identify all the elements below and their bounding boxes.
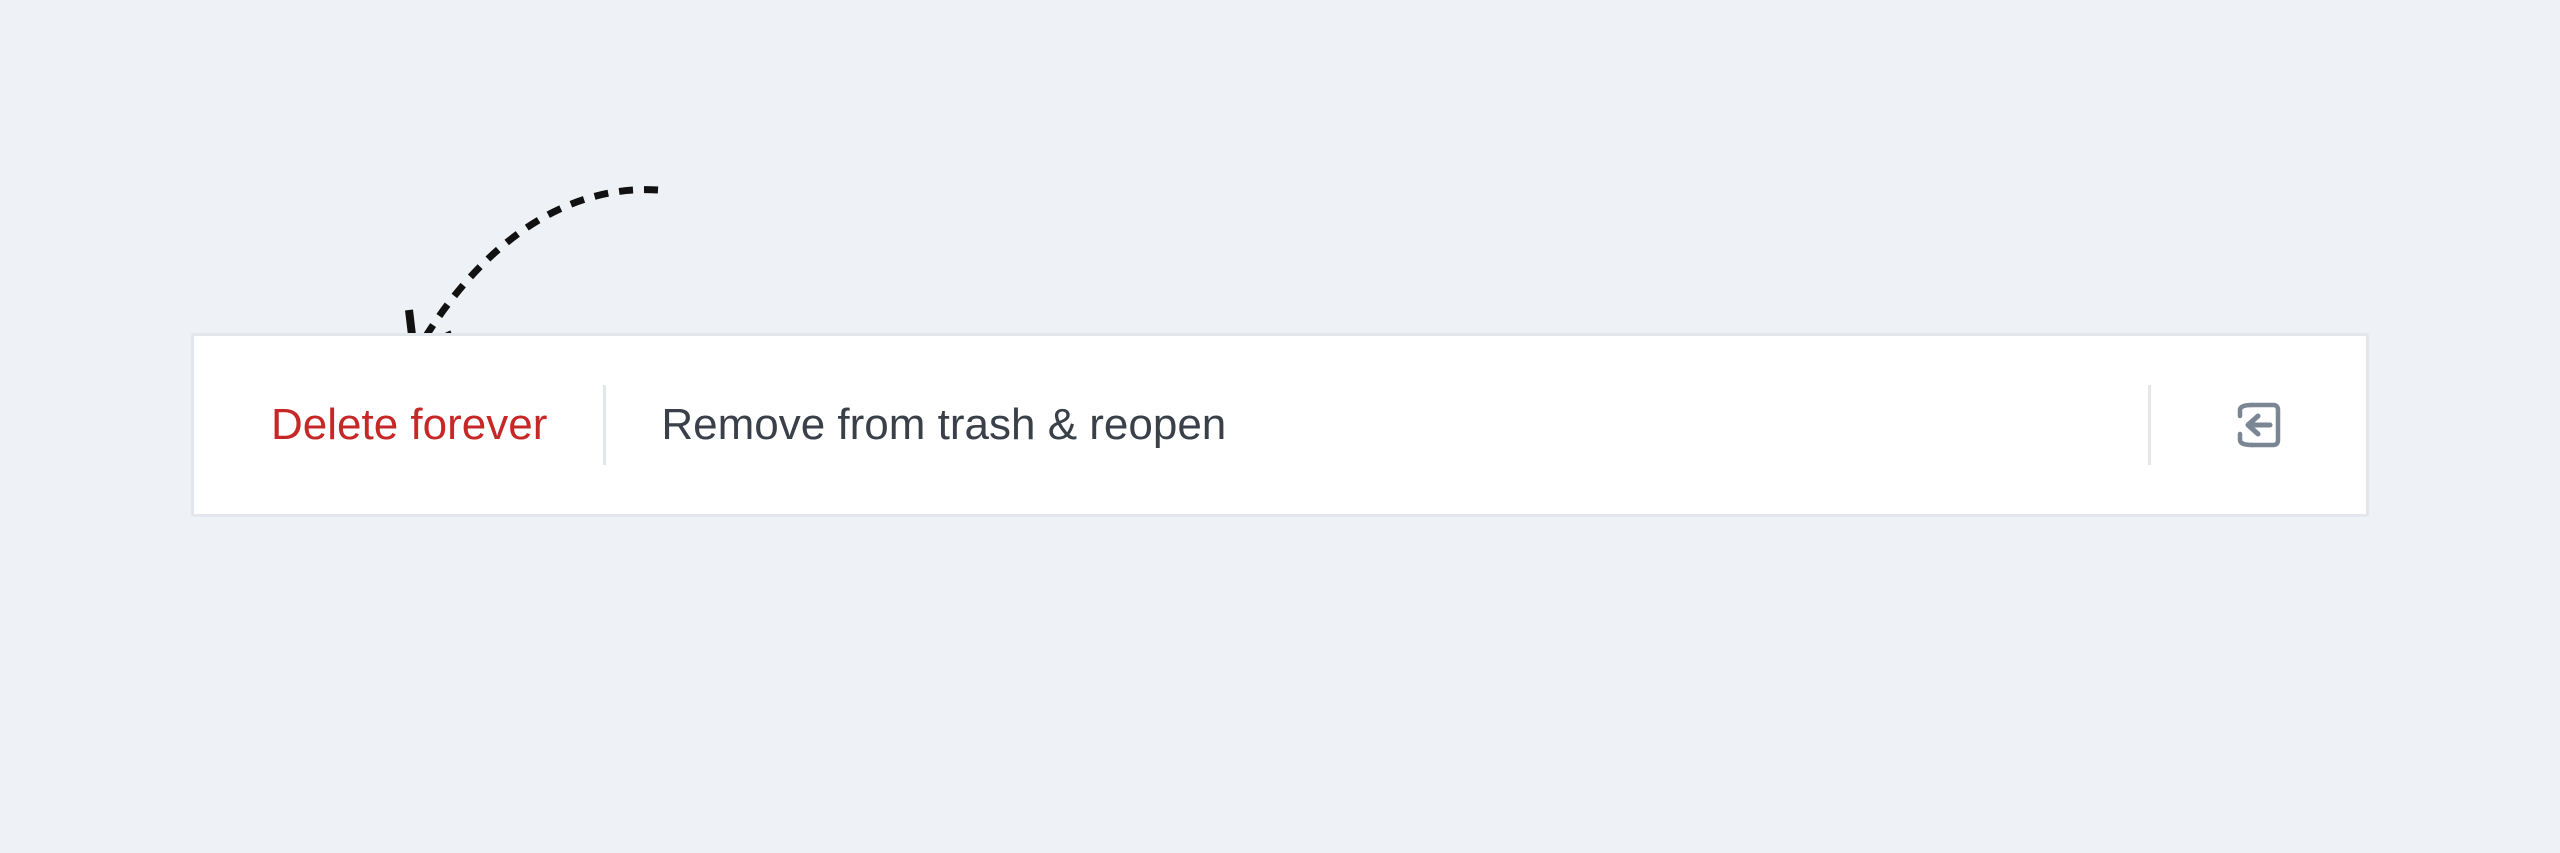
exit-button[interactable]	[2151, 336, 2366, 514]
delete-forever-button[interactable]: Delete forever	[271, 403, 547, 447]
exit-icon	[2237, 402, 2280, 448]
remove-from-trash-reopen-button[interactable]: Remove from trash & reopen	[661, 403, 1226, 447]
divider	[603, 385, 607, 465]
trash-action-bar: Delete forever Remove from trash & reope…	[191, 333, 2369, 517]
